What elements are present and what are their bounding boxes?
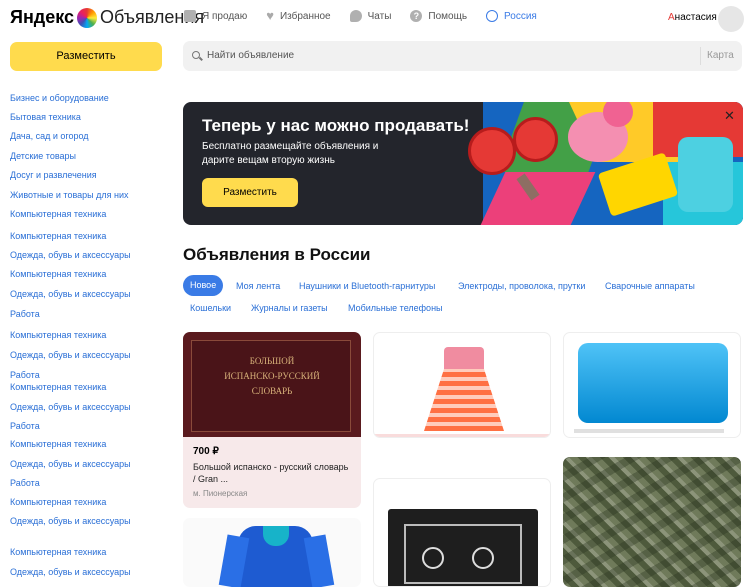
sidebar-category-item[interactable]: Компьютерная техника bbox=[10, 382, 107, 392]
sidebar-category-item[interactable]: Одежда, обувь и аксессуары bbox=[10, 350, 131, 360]
logo[interactable]: Яндекс Объявления bbox=[10, 7, 204, 28]
nav-favorites[interactable]: ♥ Избранное bbox=[266, 8, 331, 23]
sidebar-category-item[interactable]: Досуг и развлечения bbox=[10, 170, 97, 180]
ad-card[interactable] bbox=[373, 478, 551, 587]
sidebar-category-item[interactable]: Одежда, обувь и аксессуары bbox=[10, 402, 131, 412]
search-bar[interactable]: Найти объявление Карта bbox=[183, 41, 742, 71]
region-label: Россия bbox=[504, 10, 537, 22]
nav-help[interactable]: ? Помощь bbox=[410, 10, 467, 22]
sidebar-category-item[interactable]: Работа bbox=[10, 309, 40, 319]
user-name[interactable]: Анастасия bbox=[668, 12, 717, 23]
sidebar-category-item[interactable]: Одежда, обувь и аксессуары bbox=[10, 289, 131, 299]
sidebar-category-item[interactable]: Компьютерная техника bbox=[10, 497, 107, 507]
dress-bodice bbox=[444, 347, 484, 369]
book-cover-line: СЛОВАРЬ bbox=[251, 386, 293, 396]
banner-post-button[interactable]: Разместить bbox=[202, 178, 298, 207]
help-icon: ? bbox=[410, 10, 423, 22]
chip-headphones[interactable]: Наушники и Bluetooth-гарнитуры bbox=[299, 281, 435, 291]
watering-can-icon bbox=[678, 137, 733, 212]
sidebar-category-item[interactable]: Бытовая техника bbox=[10, 112, 81, 122]
search-icon bbox=[192, 51, 200, 59]
location-icon bbox=[486, 10, 499, 22]
ad-location: м. Пионерская bbox=[193, 489, 248, 498]
sidebar-category-item[interactable]: Компьютерная техника bbox=[10, 330, 107, 340]
post-ad-button[interactable]: Разместить bbox=[10, 42, 162, 71]
dress-image bbox=[424, 369, 504, 431]
sidebar-category-item[interactable]: Компьютерная техника bbox=[10, 439, 107, 449]
map-button[interactable]: Карта bbox=[707, 50, 734, 61]
sidebar-category-item[interactable]: Детские товары bbox=[10, 151, 76, 161]
user-name-rest: настасия bbox=[674, 12, 717, 23]
sidebar-category-item[interactable]: Бизнес и оборудование bbox=[10, 93, 109, 103]
sidebar-category-item[interactable]: Дача, сад и огород bbox=[10, 131, 89, 141]
sidebar-category-item[interactable]: Одежда, обувь и аксессуары bbox=[10, 516, 131, 526]
user-name-initial: А bbox=[668, 12, 675, 23]
chip-welding[interactable]: Сварочные аппараты bbox=[605, 281, 695, 291]
ping-pong-paddle-icon bbox=[513, 117, 558, 162]
nav-favorites-label: Избранное bbox=[279, 10, 331, 22]
book-cover-line: БОЛЬШОЙ bbox=[249, 356, 295, 366]
nav-my-sales-label: Я продаю bbox=[202, 10, 248, 22]
sidebar-category-item[interactable]: Компьютерная техника bbox=[10, 547, 107, 557]
nav-region[interactable]: Россия bbox=[486, 10, 537, 22]
book-cover-line: ИСПАНСКО-РУССКИЙ bbox=[224, 371, 320, 381]
sidebar-category-item[interactable]: Компьютерная техника bbox=[10, 269, 107, 279]
logo-brand: Яндекс bbox=[10, 7, 75, 27]
promo-banner: Теперь у нас можно продавать! Бесплатно … bbox=[183, 102, 743, 225]
ad-card[interactable]: БОЛЬШОЙ ИСПАНСКО-РУССКИЙ СЛОВАРЬ 700 ₽ Б… bbox=[183, 332, 361, 508]
ad-card[interactable] bbox=[563, 457, 741, 587]
search-divider bbox=[700, 47, 701, 65]
banner-headline: Теперь у нас можно продавать! bbox=[202, 116, 470, 135]
nav-chats[interactable]: Чаты bbox=[349, 10, 392, 22]
sidebar-category-item[interactable]: Компьютерная техника bbox=[10, 209, 107, 219]
sidebar-category-item[interactable]: Одежда, обувь и аксессуары bbox=[10, 250, 131, 260]
search-input[interactable]: Найти объявление bbox=[207, 50, 294, 61]
chip-my-feed[interactable]: Моя лента bbox=[236, 281, 280, 291]
chip-wallets[interactable]: Кошельки bbox=[190, 303, 231, 313]
nav-help-label: Помощь bbox=[428, 10, 468, 22]
banner-subtext: Бесплатно размещайте объявления и дарите… bbox=[202, 141, 379, 166]
sidebar-category-item[interactable]: Одежда, обувь и аксессуары bbox=[10, 459, 131, 469]
chip-magazines[interactable]: Журналы и газеты bbox=[251, 303, 328, 313]
page-title: Объявления в России bbox=[183, 245, 371, 264]
sidebar-category-item[interactable]: Животные и товары для них bbox=[10, 190, 129, 200]
close-icon[interactable]: ✕ bbox=[724, 108, 735, 124]
sidebar-category-item[interactable]: Одежда, обувь и аксессуары bbox=[10, 567, 131, 577]
top-header: Яндекс Объявления Я продаю ♥ Избранное Ч… bbox=[0, 0, 750, 36]
ad-card[interactable] bbox=[563, 332, 741, 438]
book-cover-title: БОЛЬШОЙ ИСПАНСКО-РУССКИЙ СЛОВАРЬ bbox=[183, 354, 361, 399]
avatar[interactable] bbox=[718, 6, 744, 32]
top-nav: Я продаю ♥ Избранное Чаты ? Помощь Росси… bbox=[184, 8, 556, 23]
nav-chats-label: Чаты bbox=[367, 10, 392, 22]
chip-new[interactable]: Новое bbox=[183, 275, 224, 296]
sidebar-category-item[interactable]: Работа bbox=[10, 478, 40, 488]
ad-price: 700 ₽ bbox=[193, 446, 219, 457]
sidebar-category-item[interactable]: Компьютерная техника bbox=[10, 231, 107, 241]
sidebar-category-item[interactable]: Работа bbox=[10, 370, 40, 380]
ad-card[interactable] bbox=[373, 332, 551, 438]
ad-title: Большой испанско - русский словарь / Gra… bbox=[193, 462, 349, 484]
heart-icon: ♥ bbox=[266, 8, 274, 23]
nav-my-sales[interactable]: Я продаю bbox=[184, 10, 247, 22]
ping-pong-paddle-icon bbox=[468, 127, 516, 175]
sidebar-category-item[interactable]: Работа bbox=[10, 421, 40, 431]
camo-image bbox=[563, 457, 741, 587]
chat-icon bbox=[349, 10, 362, 22]
ad-card-image: БОЛЬШОЙ ИСПАНСКО-РУССКИЙ СЛОВАРЬ bbox=[183, 332, 361, 437]
tag-icon bbox=[184, 10, 196, 22]
tank-image bbox=[578, 343, 728, 423]
ad-card[interactable] bbox=[183, 518, 361, 587]
logo-color-wheel-icon bbox=[77, 7, 98, 28]
chip-mobile-phones[interactable]: Мобильные телефоны bbox=[348, 303, 443, 313]
chip-electrodes[interactable]: Электроды, проволока, прутки bbox=[458, 281, 585, 291]
